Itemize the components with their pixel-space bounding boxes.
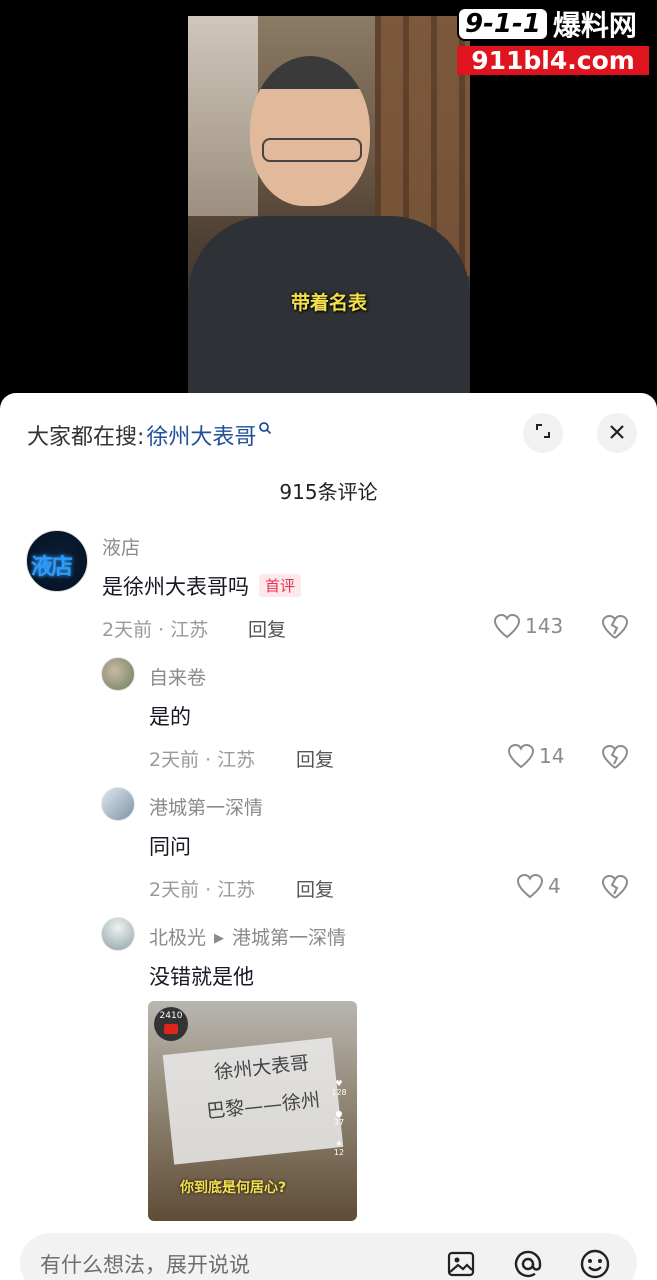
avatar[interactable] xyxy=(101,657,135,691)
avatar[interactable] xyxy=(101,917,135,951)
background-wall xyxy=(188,16,258,216)
screen: 带着名表 9-1-1 爆料网 911bl4.com 大家都在搜: 徐州大表哥 9… xyxy=(0,0,657,1280)
comment-icon: ● xyxy=(335,1109,343,1118)
trending-search[interactable]: 大家都在搜: 徐州大表哥 xyxy=(27,419,272,451)
comment-text: 同问 xyxy=(149,835,191,859)
comment-meta: 2天前 · 江苏 xyxy=(102,619,209,641)
watermark-badge: 9-1-1 xyxy=(457,7,549,41)
reply-button[interactable]: 回复 xyxy=(296,745,334,772)
avatar[interactable]: 液店 xyxy=(26,530,88,592)
image-badge-text: 2410 xyxy=(159,1011,183,1021)
image-badge: 2410 xyxy=(154,1007,188,1041)
heart-icon xyxy=(493,613,521,639)
reply-button[interactable]: 回复 xyxy=(296,875,334,902)
watermark: 9-1-1 爆料网 911bl4.com xyxy=(457,4,649,78)
person-head xyxy=(250,56,370,206)
comment-username[interactable]: 液店 xyxy=(102,533,140,560)
like-button[interactable]: 143 xyxy=(493,613,563,639)
comment-body: 是徐州大表哥吗 xyxy=(102,575,249,599)
avatar[interactable] xyxy=(101,787,135,821)
comment-meta: 2天前 · 江苏 xyxy=(149,749,256,771)
video-player[interactable]: 带着名表 xyxy=(188,16,470,394)
heart-icon xyxy=(516,873,544,899)
comment-count: 915条评论 xyxy=(279,480,378,504)
comment-input-placeholder: 有什么想法，展开说说 xyxy=(40,1253,250,1277)
image-icon[interactable] xyxy=(444,1247,478,1280)
comment-text: 没错就是他 xyxy=(149,965,254,989)
emoji-icon[interactable] xyxy=(578,1247,612,1280)
comment-username[interactable]: 北极光 ▶ 港城第一深情 xyxy=(149,923,346,950)
image-side-actions: ♥ 128 ● 37 ★ 12 xyxy=(327,1079,351,1169)
like-count: 143 xyxy=(525,614,564,638)
watermark-url: 911bl4.com xyxy=(457,46,649,75)
reply-author[interactable]: 北极光 xyxy=(149,927,206,949)
glasses xyxy=(262,138,362,162)
image-star: ★ 12 xyxy=(327,1139,351,1157)
dislike-button[interactable] xyxy=(601,874,629,900)
like-count: 4 xyxy=(548,874,561,898)
expand-button[interactable] xyxy=(523,413,563,453)
search-keyword[interactable]: 徐州大表哥 xyxy=(146,419,256,451)
search-prefix: 大家都在搜: xyxy=(27,425,145,450)
like-button[interactable]: 14 xyxy=(507,743,564,769)
comment-input[interactable]: 有什么想法，展开说说 xyxy=(20,1233,637,1280)
comment-image[interactable]: 2410 徐州大表哥 巴黎——徐州 ♥ 128 ● 37 ★ 12 你到底是何居心? xyxy=(148,1001,357,1221)
comment-username[interactable]: 港城第一深情 xyxy=(149,793,263,820)
watermark-name: 爆料网 xyxy=(552,9,637,42)
reply-target[interactable]: 港城第一深情 xyxy=(232,927,346,949)
expand-icon xyxy=(534,421,552,445)
comment-text: 是的 xyxy=(149,705,191,729)
comment-username[interactable]: 自来卷 xyxy=(149,663,206,690)
broken-heart-icon xyxy=(601,874,629,900)
comment-text: 是徐州大表哥吗 首评 xyxy=(102,571,302,601)
dislike-button[interactable] xyxy=(601,744,629,770)
comment-meta: 2天前 · 江苏 xyxy=(149,879,256,901)
dislike-button[interactable] xyxy=(601,614,629,640)
reply-arrow-icon: ▶ xyxy=(214,931,225,946)
at-icon[interactable] xyxy=(511,1247,545,1280)
image-star-count: 12 xyxy=(333,1148,345,1157)
image-comment-count: 37 xyxy=(333,1118,345,1127)
star-icon: ★ xyxy=(335,1139,343,1148)
image-like-count: 128 xyxy=(331,1088,347,1097)
first-comment-tag: 首评 xyxy=(259,574,302,597)
like-count: 14 xyxy=(539,744,565,768)
search-icon xyxy=(258,420,272,439)
image-like: ♥ 128 xyxy=(327,1079,351,1097)
image-comment: ● 37 xyxy=(327,1109,351,1127)
broken-heart-icon xyxy=(601,614,629,640)
close-button[interactable] xyxy=(597,413,637,453)
image-caption: 你到底是何居心? xyxy=(180,1180,287,1196)
video-subtitle: 带着名表 xyxy=(290,292,367,314)
like-button[interactable]: 4 xyxy=(516,873,561,899)
broken-heart-icon xyxy=(601,744,629,770)
close-icon xyxy=(608,419,626,447)
heart-icon: ♥ xyxy=(335,1079,343,1088)
avatar-text: 液店 xyxy=(31,555,73,580)
comment-sheet: 大家都在搜: 徐州大表哥 915条评论 液店 液店 是徐州大表哥吗 首评 2天前… xyxy=(0,393,657,1280)
heart-icon xyxy=(507,743,535,769)
reply-button[interactable]: 回复 xyxy=(248,615,286,642)
